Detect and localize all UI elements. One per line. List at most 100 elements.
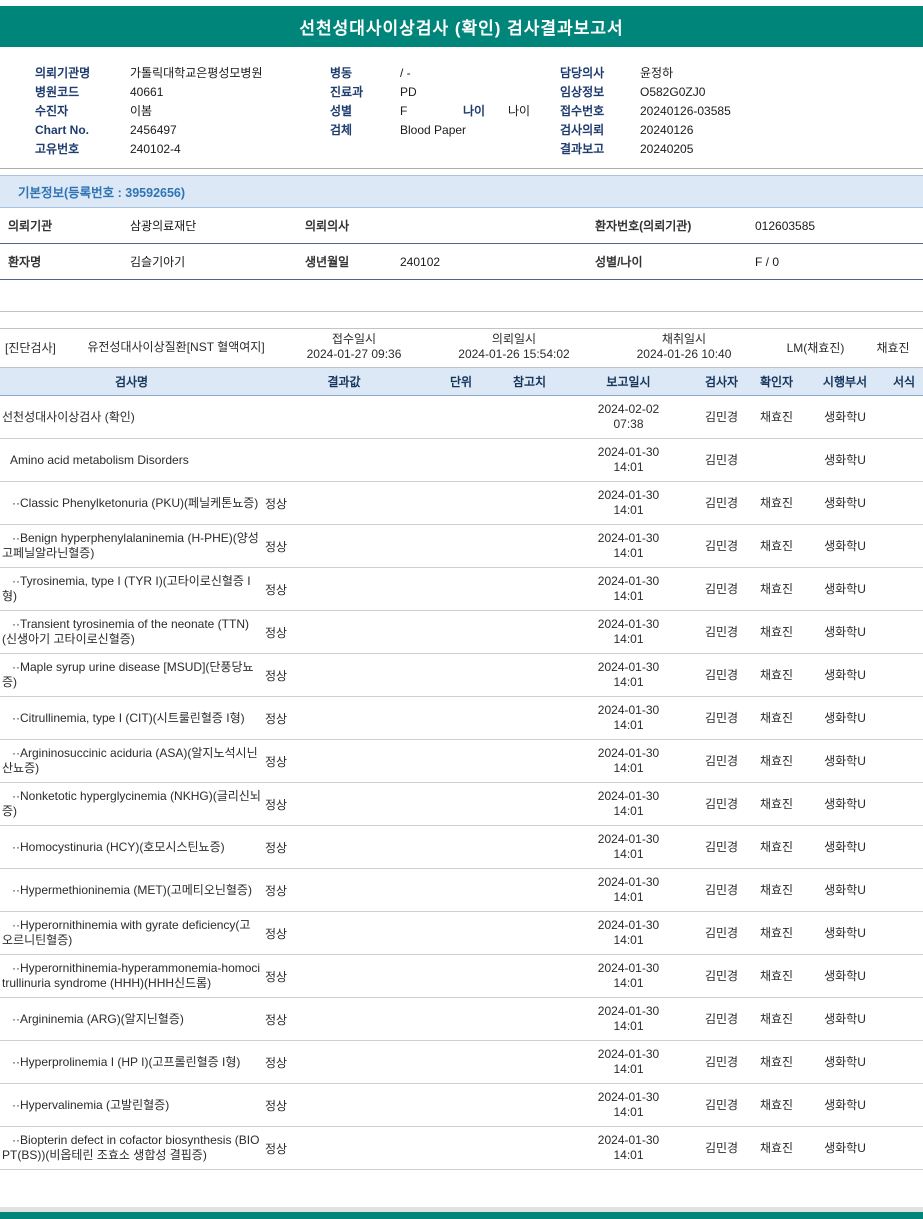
header-info-row: 진료과 PD — [330, 82, 560, 101]
cell-unit — [425, 610, 497, 654]
cell-department: 생화학U — [805, 524, 885, 568]
results-header-cell: 검사명 — [0, 367, 263, 396]
cell-reported-datetime: 2024-01-30 14:01 — [562, 696, 695, 740]
cell-tester: 김민경 — [695, 696, 748, 740]
cell-department: 생화학U — [805, 481, 885, 525]
cell-department: 생화학U — [805, 395, 885, 439]
cell-confirmer: 채효진 — [748, 782, 805, 826]
results-row: ··Hyperornithinemia with gyrate deficien… — [0, 911, 923, 955]
field-value: 240102-4 — [130, 141, 181, 156]
field-value: 012603585 — [755, 218, 816, 233]
results-row: ··Transient tyrosinemia of the neonate (… — [0, 610, 923, 654]
cell-result-value: 정상 — [263, 653, 425, 697]
reported-time: 14:01 — [613, 675, 644, 689]
field-label: 검체 — [330, 123, 353, 137]
reported-date: 2024-01-30 — [597, 1047, 660, 1061]
cell-reference — [497, 739, 562, 783]
basic-info-section-bar: 기본정보(등록번호 : 39592656) — [0, 175, 923, 208]
cell-unit — [425, 782, 497, 826]
header-info-row: 검체 Blood Paper — [330, 120, 560, 139]
field-label: 병동 — [330, 66, 353, 80]
cell-result-value: 정상 — [263, 825, 425, 869]
cell-reference — [497, 395, 562, 439]
basic-info-row: 의뢰기관 삼광의료재단 의뢰의사 환자번호(의뢰기관) 012603585 — [0, 208, 923, 244]
results-row: ··Classic Phenylketonuria (PKU)(페닐케톤뇨증) 정… — [0, 481, 923, 525]
cell-reported-datetime: 2024-01-30 14:01 — [562, 1040, 695, 1084]
cell-form — [885, 395, 923, 439]
cell-unit — [425, 997, 497, 1041]
cell-form — [885, 868, 923, 912]
cell-form — [885, 825, 923, 869]
reported-time: 14:01 — [613, 503, 644, 517]
field-value: PD — [400, 84, 417, 99]
field-label: 진료과 — [330, 85, 364, 99]
reported-date: 2024-01-30 — [597, 703, 660, 717]
cell-department: 생화학U — [805, 739, 885, 783]
cell-confirmer: 채효진 — [748, 524, 805, 568]
field-label: 검사의뢰 — [560, 123, 605, 137]
field-label: 생년월일 — [305, 255, 350, 269]
cell-reference — [497, 696, 562, 740]
field-label: 의뢰기관 — [8, 219, 53, 233]
header-info-row: 담당의사 윤정하 — [560, 63, 923, 82]
header-info-row: 고유번호 240102-4 — [35, 139, 330, 158]
cell-reference — [497, 1083, 562, 1127]
header-info-row: 병원코드 40661 — [35, 82, 330, 101]
cell-department: 생화학U — [805, 997, 885, 1041]
cell-reported-datetime: 2024-01-30 14:01 — [562, 868, 695, 912]
diagnosis-receipt-time: 접수일시 2024-01-27 09:36 — [280, 332, 428, 362]
cell-reported-datetime: 2024-01-30 14:01 — [562, 1083, 695, 1127]
reported-time: 14:01 — [613, 1062, 644, 1076]
results-row: ··Hyperornithinemia-hyperammonemia-homoc… — [0, 954, 923, 998]
cell-unit — [425, 653, 497, 697]
cell-test-name: ··Classic Phenylketonuria (PKU)(페닐케톤뇨증) — [0, 481, 263, 525]
cell-test-name: ··Hyperornithinemia with gyrate deficien… — [0, 911, 263, 955]
cell-unit — [425, 1083, 497, 1127]
cell-form — [885, 1040, 923, 1084]
results-row: ··Maple syrup urine disease [MSUD](단풍당뇨증… — [0, 653, 923, 697]
cell-confirmer: 채효진 — [748, 567, 805, 611]
diagnosis-collector: LM(채효진) — [786, 340, 845, 355]
field-value: 나이 — [508, 104, 531, 118]
field-value: 가톨릭대학교은평성모병원 — [130, 66, 263, 80]
cell-reported-datetime: 2024-01-30 14:01 — [562, 567, 695, 611]
cell-test-name: ··Hyperprolinemia I (HP I)(고프롤린혈증 I형) — [0, 1040, 263, 1084]
cell-reference — [497, 868, 562, 912]
cell-result-value: 정상 — [263, 481, 425, 525]
cell-tester: 김민경 — [695, 653, 748, 697]
report-title-bar: 선천성대사이상검사 (확인) 검사결과보고서 — [0, 6, 923, 47]
cell-form — [885, 438, 923, 482]
cell-department: 생화학U — [805, 567, 885, 611]
cell-result-value: 정상 — [263, 911, 425, 955]
cell-test-name: ··Tyrosinemia, type I (TYR I)(고타이로신혈증 I형… — [0, 567, 263, 611]
results-row: ··Hyperprolinemia I (HP I)(고프롤린혈증 I형) 정상 2… — [0, 1040, 923, 1084]
divider-line — [0, 168, 923, 169]
cell-department: 생화학U — [805, 954, 885, 998]
cell-form — [885, 911, 923, 955]
field-value: 20240126-03585 — [640, 103, 731, 118]
cell-result-value: 정상 — [263, 1126, 425, 1170]
cell-reference — [497, 481, 562, 525]
cell-test-name: ··Hypermethioninemia (MET)(고메티오닌혈증) — [0, 868, 263, 912]
cell-tester: 김민경 — [695, 954, 748, 998]
cell-form — [885, 1126, 923, 1170]
reported-date: 2024-01-30 — [597, 445, 660, 459]
diagnosis-row: [진단검사] 유전성대사이상질환[NST 혈액여지] 접수일시 2024-01-… — [0, 328, 923, 367]
cell-reference — [497, 954, 562, 998]
cell-tester: 김민경 — [695, 438, 748, 482]
reported-date: 2024-01-30 — [597, 531, 660, 545]
cell-unit — [425, 524, 497, 568]
cell-form — [885, 610, 923, 654]
field-label: 고유번호 — [35, 142, 80, 156]
results-row: ··Argininemia (ARG)(알지닌혈증) 정상 2024-01-30 14… — [0, 997, 923, 1041]
cell-confirmer — [748, 438, 805, 482]
cell-tester: 김민경 — [695, 524, 748, 568]
cell-result-value: 정상 — [263, 868, 425, 912]
reported-time: 14:01 — [613, 1105, 644, 1119]
cell-confirmer: 채효진 — [748, 868, 805, 912]
cell-reference — [497, 911, 562, 955]
cell-test-name: ··Homocystinuria (HCY)(호모시스틴뇨증) — [0, 825, 263, 869]
cell-department: 생화학U — [805, 782, 885, 826]
reported-date: 2024-01-30 — [597, 746, 660, 760]
reported-date: 2024-01-30 — [597, 961, 660, 975]
